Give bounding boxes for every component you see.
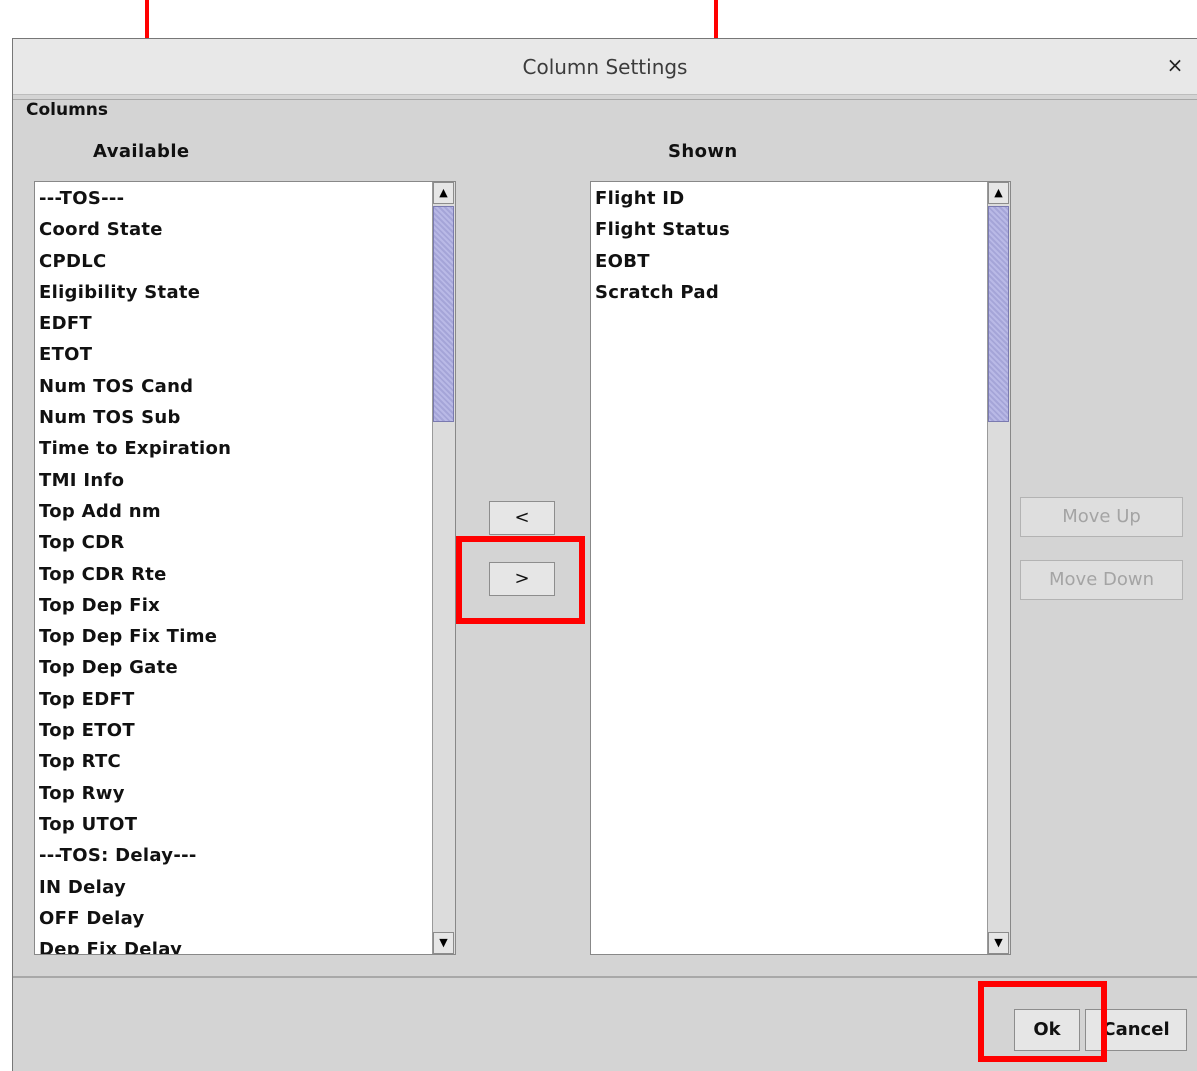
scroll-down-icon[interactable]: ▼ <box>988 932 1009 954</box>
list-item[interactable]: Top UTOT <box>35 812 431 843</box>
scroll-up-icon[interactable]: ▲ <box>988 182 1009 204</box>
list-item[interactable]: Time to Expiration <box>35 436 431 467</box>
list-item[interactable]: Num TOS Cand <box>35 374 431 405</box>
list-item[interactable]: OFF Delay <box>35 906 431 937</box>
list-item[interactable]: Coord State <box>35 217 431 248</box>
remove-column-button[interactable]: < <box>489 501 555 535</box>
list-item[interactable]: ---TOS: Delay--- <box>35 843 431 874</box>
list-item[interactable]: Top Dep Fix Time <box>35 624 431 655</box>
list-item[interactable]: IN Delay <box>35 875 431 906</box>
list-item[interactable]: Top ETOT <box>35 718 431 749</box>
list-item[interactable]: Top Rwy <box>35 781 431 812</box>
column-settings-dialog: Column Settings × Columns Available Show… <box>12 38 1197 1071</box>
list-item[interactable]: Eligibility State <box>35 280 431 311</box>
list-item[interactable]: EOBT <box>591 249 986 280</box>
available-scrollbar[interactable]: ▲ ▼ <box>432 182 455 954</box>
title-bar[interactable]: Column Settings × <box>13 39 1197 95</box>
list-item[interactable]: TMI Info <box>35 468 431 499</box>
list-item[interactable]: Num TOS Sub <box>35 405 431 436</box>
list-item[interactable]: Top Add nm <box>35 499 431 530</box>
list-item[interactable]: Top CDR <box>35 530 431 561</box>
move-down-button[interactable]: Move Down <box>1020 560 1183 600</box>
list-item[interactable]: CPDLC <box>35 249 431 280</box>
available-list[interactable]: ---TOS--- Coord State CPDLC Eligibility Sta… <box>34 181 456 955</box>
available-list-items: ---TOS--- Coord State CPDLC Eligibility Sta… <box>35 186 431 954</box>
shown-list-items: Flight ID Flight Status EOBT Scratch Pad <box>591 186 986 311</box>
scroll-down-icon[interactable]: ▼ <box>433 932 454 954</box>
list-item[interactable]: Flight ID <box>591 186 986 217</box>
dialog-title: Column Settings <box>522 55 688 79</box>
shown-scrollbar[interactable]: ▲ ▼ <box>987 182 1010 954</box>
list-item[interactable]: Top Dep Gate <box>35 655 431 686</box>
scroll-thumb[interactable] <box>433 206 454 422</box>
shown-list[interactable]: Flight ID Flight Status EOBT Scratch Pad ▲ … <box>590 181 1011 955</box>
list-item[interactable]: Top RTC <box>35 749 431 780</box>
list-item[interactable]: EDFT <box>35 311 431 342</box>
footer-separator <box>13 977 1197 978</box>
scroll-thumb[interactable] <box>988 206 1009 422</box>
shown-heading: Shown <box>668 141 738 162</box>
list-item[interactable]: Top Dep Fix <box>35 593 431 624</box>
list-item[interactable]: ETOT <box>35 342 431 373</box>
available-heading: Available <box>93 141 190 162</box>
scroll-up-icon[interactable]: ▲ <box>433 182 454 204</box>
move-up-button[interactable]: Move Up <box>1020 497 1183 537</box>
annotation-highlight-ok <box>978 981 1107 1062</box>
close-icon[interactable]: × <box>1163 53 1187 77</box>
columns-group-legend: Columns <box>24 100 111 120</box>
list-item[interactable]: Scratch Pad <box>591 280 986 311</box>
annotation-highlight-add <box>456 536 585 624</box>
list-item[interactable]: Top CDR Rte <box>35 562 431 593</box>
list-item[interactable]: Top EDFT <box>35 687 431 718</box>
list-item[interactable]: Dep Fix Delay <box>35 937 431 954</box>
list-item[interactable]: Flight Status <box>591 217 986 248</box>
list-item[interactable]: ---TOS--- <box>35 186 431 217</box>
